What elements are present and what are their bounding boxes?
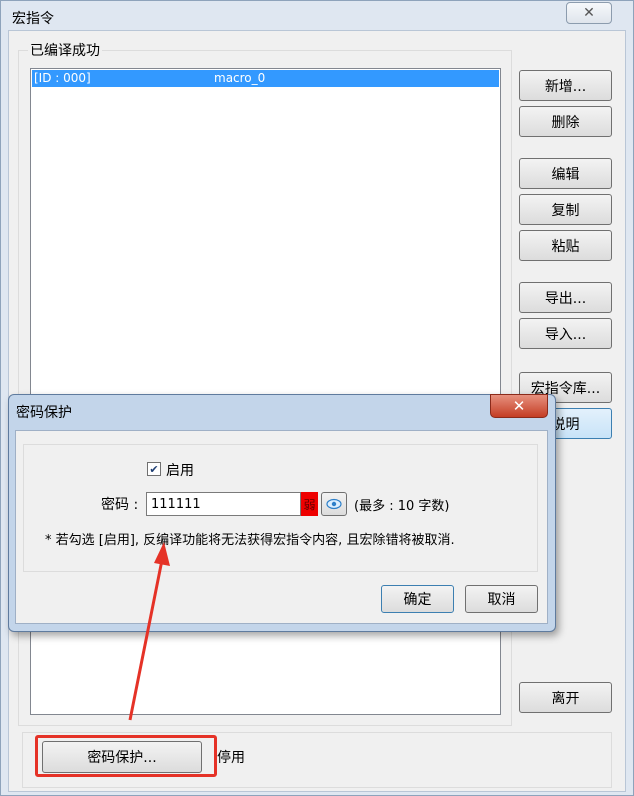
annotation-arrow <box>128 542 170 721</box>
